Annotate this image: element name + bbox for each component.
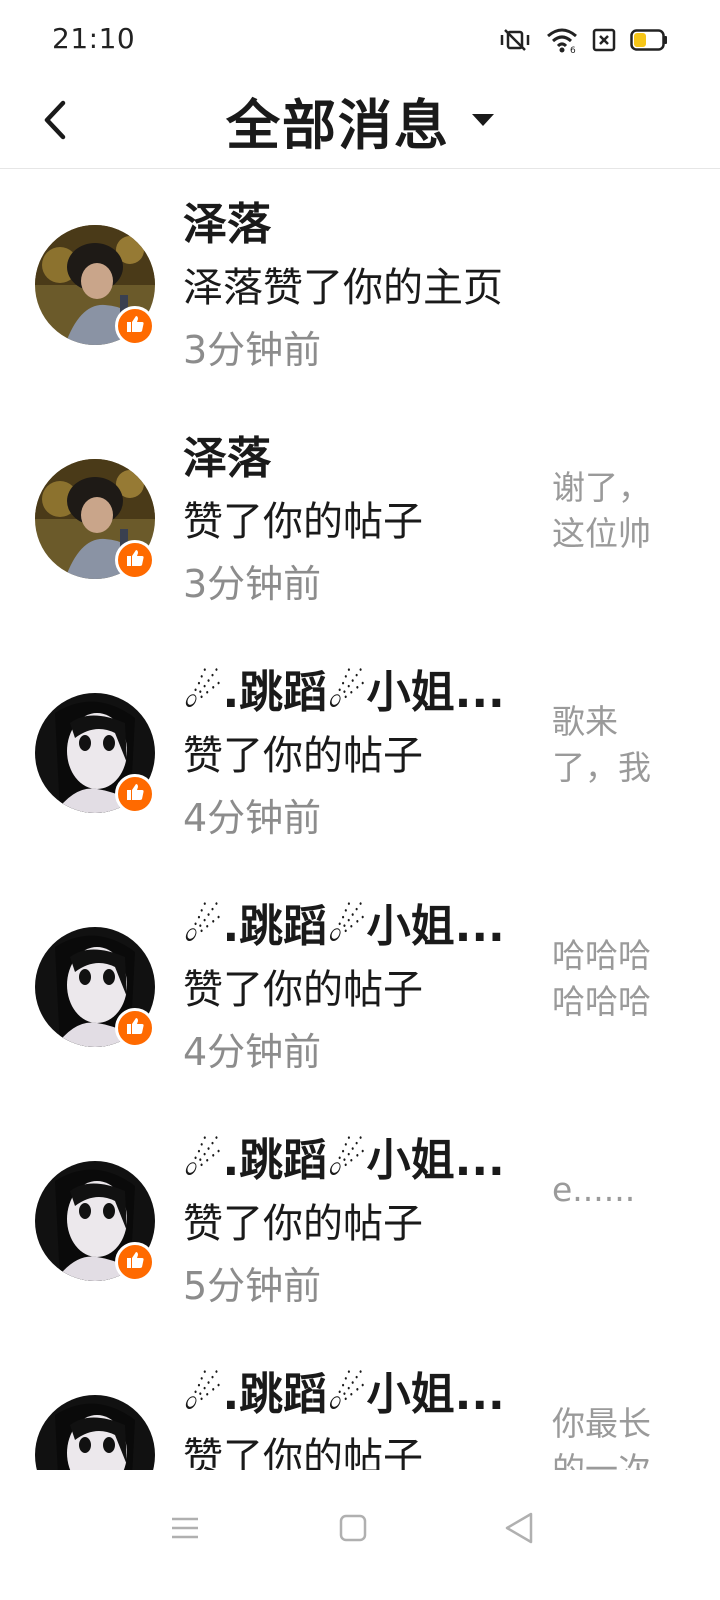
status-time: 21:10	[52, 22, 136, 55]
sender-name: ☄.跳蹈☄小姐...	[183, 1369, 505, 1420]
like-badge	[115, 1008, 155, 1048]
post-preview[interactable]: 你最长的一次	[552, 1401, 662, 1470]
back-nav-button[interactable]	[484, 1500, 554, 1560]
home-button[interactable]	[318, 1500, 388, 1560]
message-action: 泽落赞了你的主页	[183, 265, 503, 311]
thumbs-up-icon	[125, 548, 145, 572]
message-time: 5分钟前	[183, 1264, 322, 1308]
message-time: 4分钟前	[183, 1030, 322, 1074]
message-action: 赞了你的帖子	[183, 1435, 423, 1470]
post-preview[interactable]: 哈哈哈哈哈哈哈哈	[552, 933, 662, 1023]
message-item[interactable]: 泽落 泽落赞了你的主页 3分钟前	[0, 169, 720, 403]
sender-name: ☄.跳蹈☄小姐...	[183, 901, 505, 952]
page-title: 全部消息	[226, 93, 450, 157]
message-item[interactable]: ☄.跳蹈☄小姐... 赞了你的帖子 4分钟前 哈哈哈哈哈哈哈哈	[0, 871, 720, 1105]
menu-icon	[169, 1513, 201, 1547]
header: 全部消息	[0, 80, 720, 169]
caret-down-icon	[472, 114, 494, 126]
vibrate-mute-icon	[498, 26, 532, 54]
post-preview[interactable]: 歌来了，我忘了	[552, 699, 662, 789]
message-filter-dropdown[interactable]: 全部消息	[0, 80, 720, 160]
like-badge	[115, 774, 155, 814]
wifi-icon: 6	[546, 26, 578, 54]
back-triangle-icon	[503, 1511, 535, 1549]
avatar[interactable]	[35, 1395, 155, 1470]
sim-card-icon	[592, 27, 616, 53]
post-preview[interactable]: e......	[552, 1167, 662, 1257]
message-action: 赞了你的帖子	[183, 499, 423, 545]
message-item[interactable]: ☄.跳蹈☄小姐... 赞了你的帖子 5分钟前 e......	[0, 1105, 720, 1339]
thumbs-up-icon	[125, 314, 145, 338]
message-time: 3分钟前	[183, 328, 322, 372]
thumbs-up-icon	[125, 782, 145, 806]
home-square-icon	[338, 1513, 368, 1547]
like-badge	[115, 306, 155, 346]
like-badge	[115, 540, 155, 580]
post-preview[interactable]: 谢了，这位帅哥	[552, 465, 662, 555]
message-time: 3分钟前	[183, 562, 322, 606]
sender-name: ☄.跳蹈☄小姐...	[183, 1135, 505, 1186]
message-action: 赞了你的帖子	[183, 967, 423, 1013]
menu-button[interactable]	[150, 1500, 220, 1560]
message-item[interactable]: 泽落 赞了你的帖子 3分钟前 谢了，这位帅哥	[0, 403, 720, 637]
sender-name: 泽落	[183, 199, 271, 250]
message-action: 赞了你的帖子	[183, 733, 423, 779]
thumbs-up-icon	[125, 1250, 145, 1274]
message-time: 4分钟前	[183, 796, 322, 840]
battery-icon	[630, 29, 668, 51]
sender-name: ☄.跳蹈☄小姐...	[183, 667, 505, 718]
message-action: 赞了你的帖子	[183, 1201, 423, 1247]
sender-name: 泽落	[183, 433, 271, 484]
system-nav-bar	[0, 1470, 720, 1600]
message-item[interactable]: ☄.跳蹈☄小姐... 赞了你的帖子 4分钟前 歌来了，我忘了	[0, 637, 720, 871]
like-badge	[115, 1242, 155, 1282]
status-bar: 21:10 6	[0, 0, 720, 80]
message-item[interactable]: ☄.跳蹈☄小姐... 赞了你的帖子 你最长的一次	[0, 1339, 720, 1470]
svg-text:6: 6	[570, 46, 576, 54]
message-list[interactable]: 泽落 泽落赞了你的主页 3分钟前 泽落 赞了你的帖子 3分钟前 谢了，这位帅 ☄…	[0, 169, 720, 1470]
status-icons: 6	[498, 26, 668, 54]
thumbs-up-icon	[125, 1016, 145, 1040]
